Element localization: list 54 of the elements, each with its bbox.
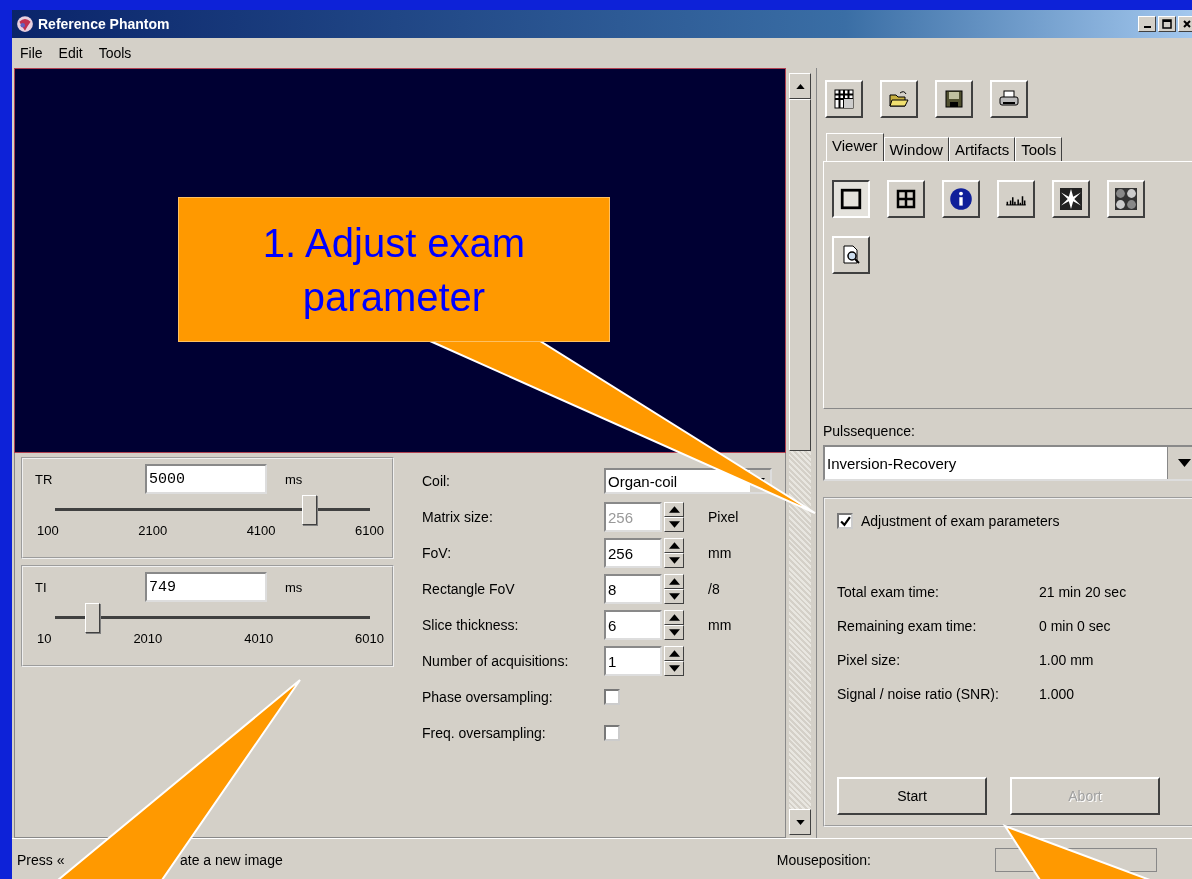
tick-label: 100: [37, 523, 59, 538]
unit-label: mm: [708, 545, 732, 561]
unit-label: ms: [285, 579, 303, 595]
value-field[interactable]: 5000: [145, 464, 267, 494]
parameter-label: Phase oversampling:: [422, 689, 554, 705]
menu-item[interactable]: File: [20, 45, 43, 61]
number-field[interactable]: 1: [604, 646, 662, 676]
parameter-label: Matrix size:: [422, 509, 494, 525]
pulse-sequence-dropdown[interactable]: Inversion-Recovery: [823, 445, 1192, 481]
tick-label: 2100: [138, 523, 168, 538]
status-message: Press «: [17, 852, 66, 868]
tick-label: 4010: [244, 631, 274, 646]
tick-label: 2010: [133, 631, 163, 646]
number-field[interactable]: 256: [604, 538, 662, 568]
number-field[interactable]: 8: [604, 574, 662, 604]
number-field[interactable]: 6: [604, 610, 662, 640]
parameter-label: Coil:: [422, 473, 451, 489]
tick-label: 6010: [355, 631, 384, 646]
callout-box: 1. Adjust exam parameter: [178, 197, 610, 342]
parameter-label: Rectangle FoV: [422, 581, 516, 597]
menu-item[interactable]: Edit: [58, 45, 83, 61]
tab[interactable]: Viewer: [826, 133, 884, 161]
stat-value: 1.000: [1039, 686, 1076, 702]
parameter-label: Freq. oversampling:: [422, 725, 547, 741]
stat-value: 21 min 20 sec: [1039, 584, 1128, 600]
parameter-label: FoV:: [422, 545, 453, 561]
value-field[interactable]: 749: [145, 572, 267, 602]
unit-label: /8: [708, 581, 720, 597]
tab[interactable]: Artifacts: [948, 137, 1016, 161]
stat-label: Signal / noise ratio (SNR):: [837, 686, 1000, 702]
window-title: Reference Phantom: [38, 16, 170, 32]
tab[interactable]: Window: [883, 137, 949, 161]
action-button[interactable]: Start: [837, 777, 987, 815]
status-message: ate a new image: [180, 852, 283, 868]
slider-label: TR: [34, 471, 54, 487]
slider-label: TI: [34, 579, 48, 595]
stat-label: Remaining exam time:: [837, 618, 978, 634]
unit-label: Pixel: [708, 509, 739, 525]
unit-label: ms: [285, 471, 303, 487]
stat-value: 0 min 0 sec: [1039, 618, 1112, 634]
mouse-position-label: Mouseposition:: [776, 852, 871, 868]
tick-label: 4100: [246, 523, 276, 538]
stat-value: 1.00 mm: [1039, 652, 1095, 668]
unit-label: mm: [708, 617, 732, 633]
tick-label: 10: [37, 631, 52, 646]
parameter-label: Number of acquisitions:: [422, 653, 570, 669]
menu-item[interactable]: Tools: [98, 45, 132, 61]
parameter-label: Slice thickness:: [422, 617, 520, 633]
checkbox-label: Adjustment of exam parameters: [861, 513, 1060, 529]
stat-label: Total exam time:: [837, 584, 940, 600]
tab[interactable]: Tools: [1015, 137, 1063, 161]
stat-label: Pixel size:: [837, 652, 902, 668]
pulse-sequence-label: Pulssequence:: [823, 423, 916, 439]
tick-label: 6100: [355, 523, 384, 538]
